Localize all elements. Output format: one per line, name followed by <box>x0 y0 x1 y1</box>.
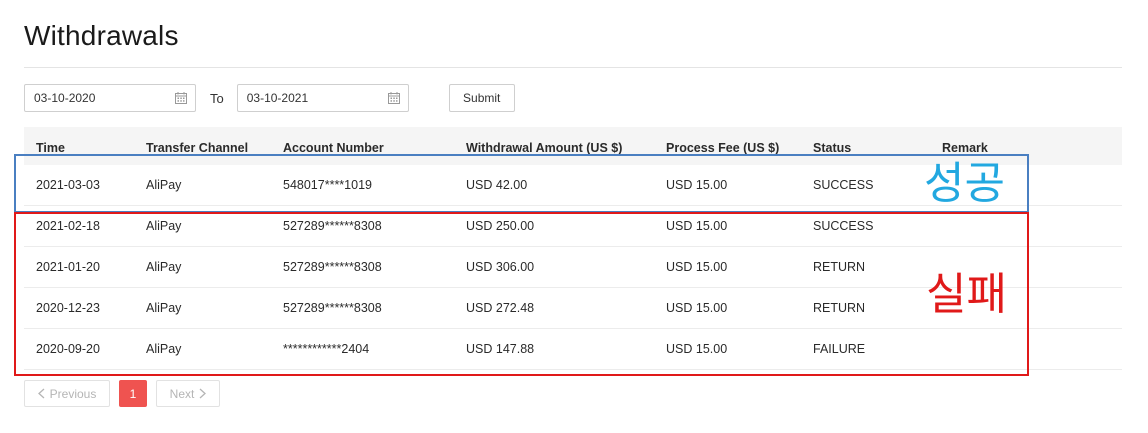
from-date-input[interactable]: 03-10-2020 <box>24 84 196 112</box>
column-header-account-number: Account Number <box>283 141 384 155</box>
chevron-left-icon <box>37 388 45 399</box>
previous-label: Previous <box>49 386 97 401</box>
failure-highlight-box <box>14 212 1029 376</box>
submit-button[interactable]: Submit <box>448 84 515 112</box>
failure-annotation: 실패 <box>926 269 1007 320</box>
next-page-button[interactable]: Next <box>156 380 220 407</box>
column-header-transfer-channel: Transfer Channel <box>146 141 249 155</box>
from-date-value: 03-10-2020 <box>34 91 96 105</box>
date-filter-bar: 03-10-2020 To 03-10-2021 Submit <box>24 84 515 112</box>
previous-page-button[interactable]: Previous <box>24 380 110 407</box>
next-label: Next <box>169 386 195 401</box>
page-number-button[interactable]: 1 <box>119 380 147 407</box>
success-annotation: 성공 <box>924 158 1005 209</box>
column-header-time: Time <box>36 141 65 155</box>
calendar-icon[interactable] <box>387 92 400 104</box>
to-date-input[interactable]: 03-10-2021 <box>236 84 409 112</box>
chevron-right-icon <box>199 388 207 399</box>
column-header-remark: Remark <box>942 141 988 155</box>
calendar-icon[interactable] <box>175 92 187 104</box>
to-date-value: 03-10-2021 <box>246 91 309 105</box>
pagination: Previous 1 Next <box>24 380 220 407</box>
column-header-withdrawal-amount: Withdrawal Amount (US $) <box>466 141 623 155</box>
page-title: Withdrawals <box>24 20 179 51</box>
column-header-status: Status <box>813 141 852 155</box>
title-divider <box>24 67 1122 68</box>
success-highlight-box <box>14 154 1029 213</box>
to-label: To <box>210 90 224 106</box>
column-header-process-fee: Process Fee (US $) <box>666 141 780 155</box>
